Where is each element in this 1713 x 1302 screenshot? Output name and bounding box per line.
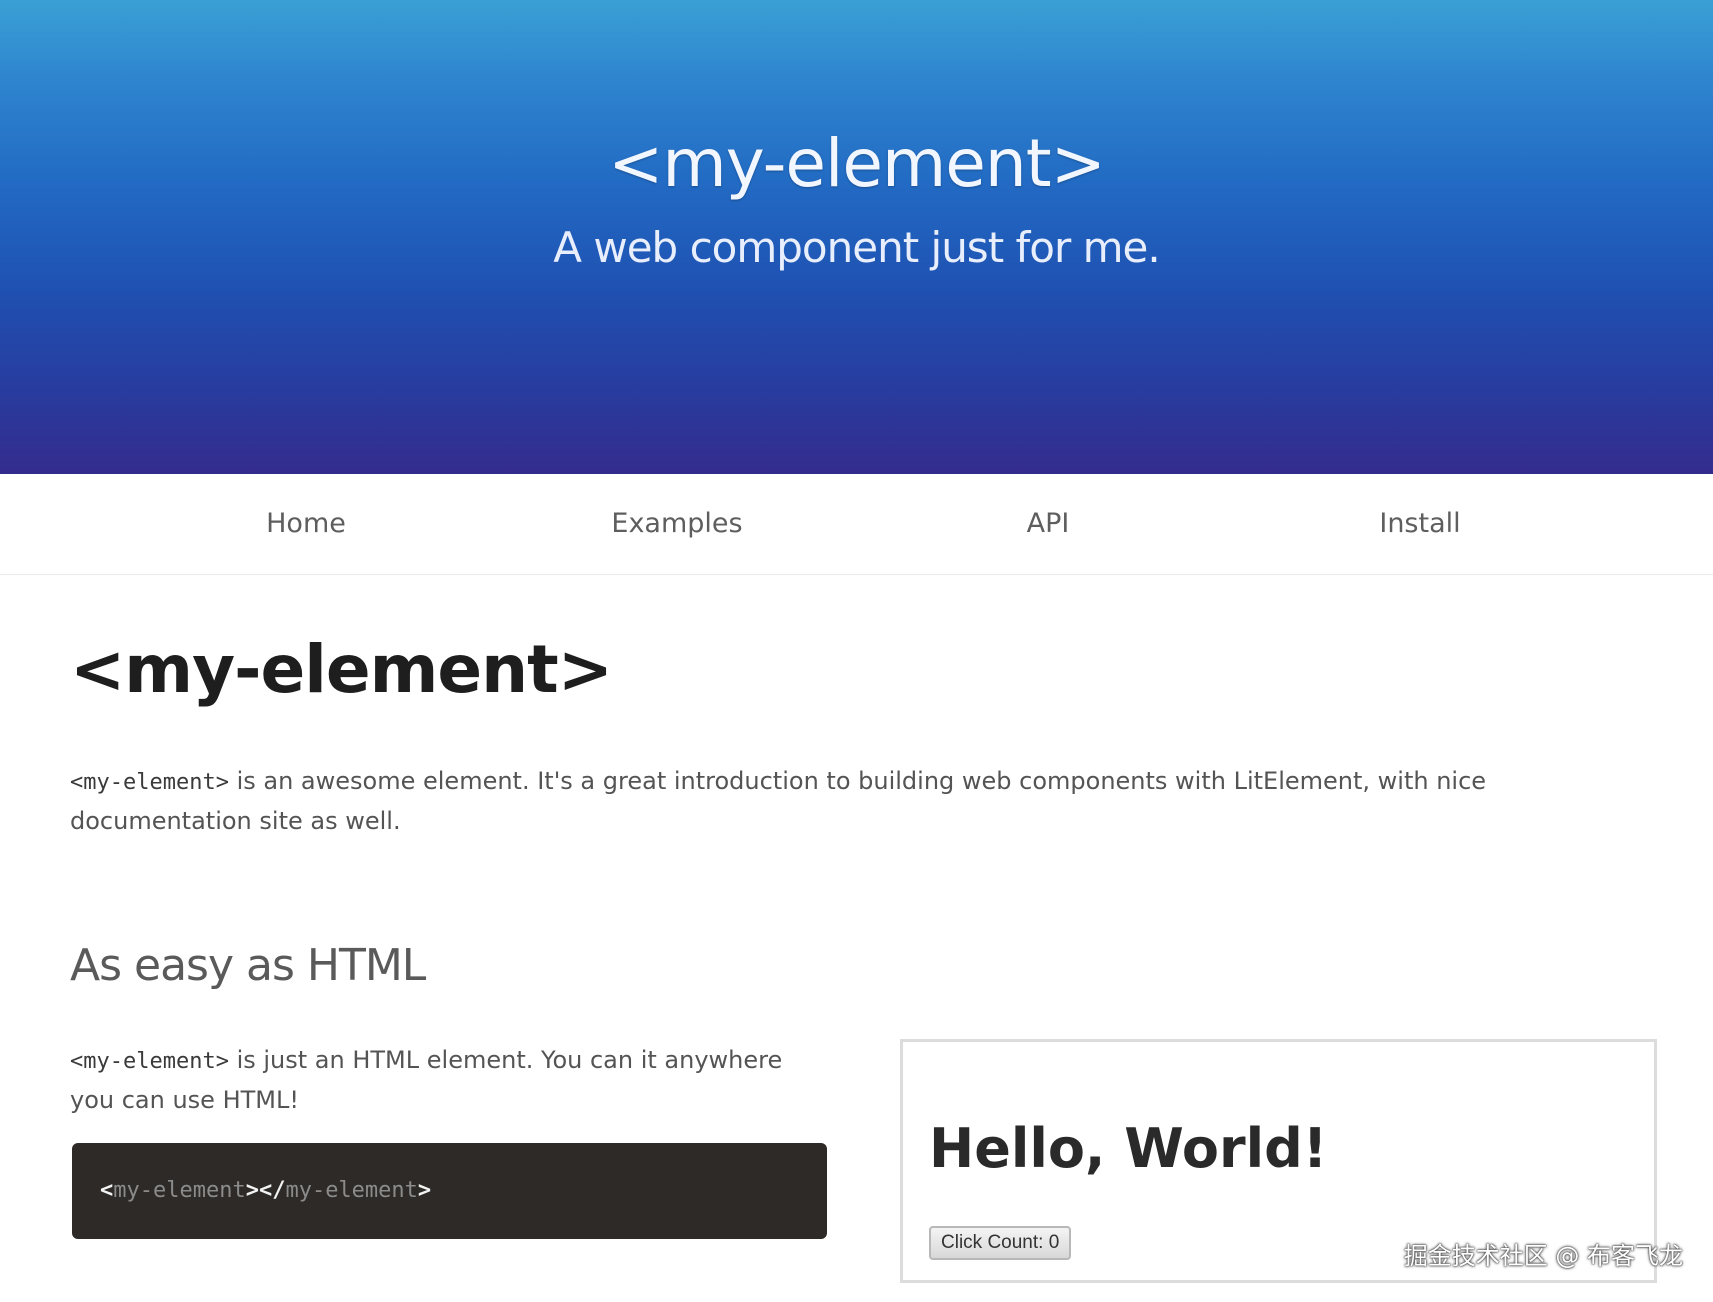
intro-paragraph: <my-element> is an awesome element. It's… bbox=[70, 762, 1640, 840]
nav-item-install[interactable]: Install bbox=[1320, 504, 1520, 544]
inline-code: <my-element> bbox=[70, 1049, 229, 1074]
code-tag-name: my-element bbox=[285, 1178, 418, 1203]
watermark: 掘金技术社区 @ 布客飞龙 bbox=[1403, 1242, 1683, 1270]
code-punct: < bbox=[100, 1178, 114, 1203]
code-punct: > bbox=[417, 1178, 432, 1203]
code-punct: > bbox=[245, 1178, 259, 1203]
code-punct: </ bbox=[258, 1178, 286, 1203]
hero-banner: <my-element> A web component just for me… bbox=[0, 0, 1713, 474]
code-tag-name: my-element bbox=[113, 1178, 246, 1203]
section-paragraph: <my-element> is just an HTML element. Yo… bbox=[70, 1041, 790, 1119]
inline-code: <my-element> bbox=[70, 770, 229, 795]
main-nav: Home Examples API Install bbox=[0, 474, 1713, 575]
code-block: <my-element></my-element> bbox=[72, 1143, 827, 1239]
section-heading: As easy as HTML bbox=[70, 940, 426, 991]
hero-title: <my-element> bbox=[608, 125, 1106, 202]
hero-subtitle: A web component just for me. bbox=[553, 223, 1160, 272]
nav-item-home[interactable]: Home bbox=[206, 504, 406, 544]
nav-item-examples[interactable]: Examples bbox=[577, 504, 777, 544]
demo-heading: Hello, World! bbox=[929, 1117, 1328, 1180]
click-count-button[interactable]: Click Count: 0 bbox=[929, 1226, 1072, 1260]
intro-text: is an awesome element. It's a great intr… bbox=[70, 767, 1487, 835]
nav-item-api[interactable]: API bbox=[948, 504, 1148, 544]
page-title: <my-element> bbox=[70, 631, 613, 708]
